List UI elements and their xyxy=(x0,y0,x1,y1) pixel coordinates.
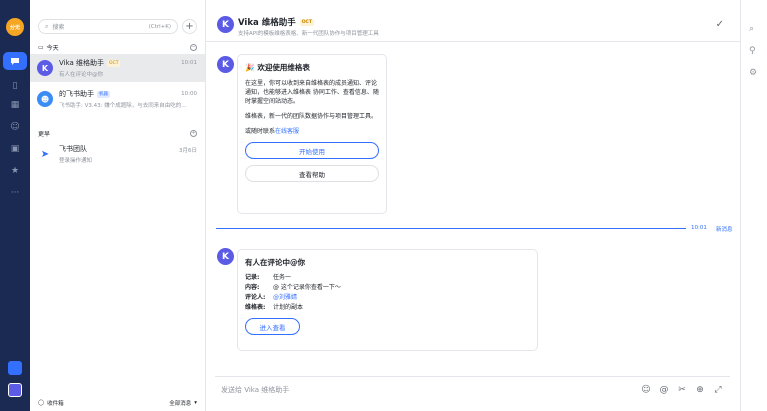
doc-icon[interactable]: ▯ xyxy=(7,79,23,93)
vika-avatar: K xyxy=(37,60,53,76)
search-input[interactable]: ⌕ 搜索 (Ctrl+K) xyxy=(38,19,178,34)
inbox-icon: ◯ xyxy=(38,400,45,406)
chat-icon[interactable] xyxy=(3,52,27,70)
mention-row: 维格表: 计划的副本 xyxy=(245,304,304,311)
divider-label: 新消息 xyxy=(716,227,733,233)
section-today: ▭ 今天 − xyxy=(38,42,197,52)
plus-icon[interactable]: ⊕ xyxy=(694,385,706,395)
welcome-card: 🎉 欢迎使用维格表 在这里，你可以收到来自维格表的成员通知、评论通知，也能够进入维… xyxy=(237,54,387,214)
user-avatar[interactable]: 分无 xyxy=(6,18,24,36)
vika-avatar[interactable]: K xyxy=(217,16,234,33)
paper-plane-icon: ➤ xyxy=(40,148,50,160)
calendar-icon: ▭ xyxy=(38,43,44,51)
collapse-icon[interactable]: − xyxy=(190,43,197,51)
mention-icon[interactable]: @ xyxy=(658,385,670,395)
conversation-preview: 有人在评论中@你 xyxy=(59,72,104,78)
scissors-icon[interactable]: ✂ xyxy=(676,385,688,395)
conversation-time: 3月6日 xyxy=(179,148,197,154)
vika-avatar: K xyxy=(217,248,234,265)
conversation-preview: 飞书助手: V3.43: 嫌个成题除，与去同来自由吃的… xyxy=(59,103,187,109)
add-section-icon[interactable]: + xyxy=(190,129,197,137)
pin-icon[interactable]: ⚲ xyxy=(749,46,756,56)
emoji-icon[interactable]: ☺ xyxy=(640,385,652,395)
conversation-preview: 登录操作通知 xyxy=(59,158,93,164)
section-earlier-label: 更早 xyxy=(38,130,51,138)
conversation-name: 的飞书助手 xyxy=(59,90,94,98)
mention-row: 评论人: @刘雅婧 xyxy=(245,294,298,301)
mention-title: 有人在评论中@你 xyxy=(245,258,305,267)
search-shortcut: (Ctrl+K) xyxy=(148,23,171,30)
welcome-paragraph: 维格表，新一代的团队数据协作与项目管理工具。 xyxy=(245,113,378,120)
conversation-time: 10:00 xyxy=(181,91,197,97)
welcome-paragraph: 在这里，你可以收到来自维格表的成员通知、评论通知，也能够进入维格表 协同工作、查… xyxy=(245,80,379,105)
party-icon: 🎉 xyxy=(245,63,255,72)
new-message-divider xyxy=(216,228,686,229)
conversation-time: 10:01 xyxy=(181,60,197,66)
contact-prefix: 或随时联系 xyxy=(245,128,276,135)
welcome-title: 欢迎使用维格表 xyxy=(257,63,310,72)
star-icon[interactable]: ★ xyxy=(7,164,23,178)
filter-dropdown[interactable]: 全部消息 xyxy=(169,399,191,407)
mention-row: 内容: @ 这个记录你查看一下～ xyxy=(245,284,341,291)
section-today-label: 今天 xyxy=(46,44,59,52)
chat-subtitle: 支持API的模板维格表格、新一代团队协作与项目管理工具 xyxy=(238,31,379,37)
inbox-label[interactable]: 收件箱 xyxy=(47,399,64,407)
search-icon: ⌕ xyxy=(45,22,49,30)
conversation-name: 飞书团队 xyxy=(59,145,87,153)
list-footer: ◯ 收件箱 全部消息 ▾ xyxy=(30,395,205,411)
conversation-name: Vika 维格助手 xyxy=(59,59,105,67)
search-placeholder: 搜索 xyxy=(52,24,65,31)
contacts-icon[interactable]: ☺ xyxy=(7,120,23,134)
app-window: — ❐ ✕ 分无 ▯ ▦ ☺ ▣ ★ ··· ⌕ 搜索 (Ctrl+K) + ▭… xyxy=(0,0,767,411)
settings-icon[interactable]: ⚙ xyxy=(749,68,757,78)
checkmark-icon[interactable]: ✓ xyxy=(716,19,724,30)
mention-row: 记录: 任务一 xyxy=(245,274,292,281)
app-sidebar: 分无 ▯ ▦ ☺ ▣ ★ ··· xyxy=(0,0,30,411)
section-earlier: 更早 + xyxy=(38,128,197,138)
app-shortcut-icon[interactable] xyxy=(8,361,22,375)
table-icon[interactable]: ▦ xyxy=(7,98,23,112)
conversation-item-feishu-team[interactable]: ➤ 飞书团队 登录操作通知 3月6日 xyxy=(30,140,205,168)
view-button[interactable]: 进入查看 xyxy=(245,318,300,335)
conversation-list: ⌕ 搜索 (Ctrl+K) + ▭ 今天 − K Vika 维格助手 OCT 有人… xyxy=(30,0,206,411)
conversation-item-vika[interactable]: K Vika 维格助手 OCT 有人在评论中@你 10:01 xyxy=(30,54,205,82)
chat-title: Vika 维格助手 xyxy=(238,18,296,28)
divider-time: 10:01 xyxy=(691,225,707,231)
conversation-tag: OCT xyxy=(107,59,121,67)
search-doc-icon[interactable]: ⌕ xyxy=(749,24,754,34)
expand-icon[interactable]: ⤢ xyxy=(712,385,724,395)
message-placeholder: 发送给 Vika 维格助手 xyxy=(221,385,290,394)
conversation-tag: 机器 xyxy=(97,90,110,98)
online-support-link[interactable]: 在线客服 xyxy=(275,128,299,135)
apps-icon[interactable]: ▣ xyxy=(7,142,23,156)
chat-panel: K Vika 维格助手 OCT 支持API的模板维格表格、新一代团队协作与项目管理… xyxy=(206,0,740,411)
chat-header: K Vika 维格助手 OCT 支持API的模板维格表格、新一代团队协作与项目管理… xyxy=(206,0,740,42)
message-input[interactable]: 发送给 Vika 维格助手 ☺ @ ✂ ⊕ ⤢ xyxy=(215,376,730,402)
chevron-down-icon[interactable]: ▾ xyxy=(194,400,197,406)
help-button[interactable]: 查看帮助 xyxy=(245,165,379,182)
chat-title-tag: OCT xyxy=(299,18,314,26)
robot-avatar: ☻ xyxy=(37,91,53,107)
mention-card: 有人在评论中@你 记录: 任务一 内容: @ 这个记录你查看一下～ 评论人: @刘雅婧… xyxy=(237,249,538,351)
right-toolbar: ⌕ ⚲ ⚙ xyxy=(740,0,767,411)
vika-app-icon[interactable] xyxy=(8,383,22,397)
vika-avatar: K xyxy=(217,56,234,73)
more-icon[interactable]: ··· xyxy=(7,186,23,200)
start-button[interactable]: 开始使用 xyxy=(245,142,379,159)
conversation-item-feishu-assistant[interactable]: ☻ 的飞书助手 机器 飞书助手: V3.43: 嫌个成题除，与去同来自由吃的… 1… xyxy=(30,85,205,113)
add-icon[interactable]: + xyxy=(182,19,197,34)
